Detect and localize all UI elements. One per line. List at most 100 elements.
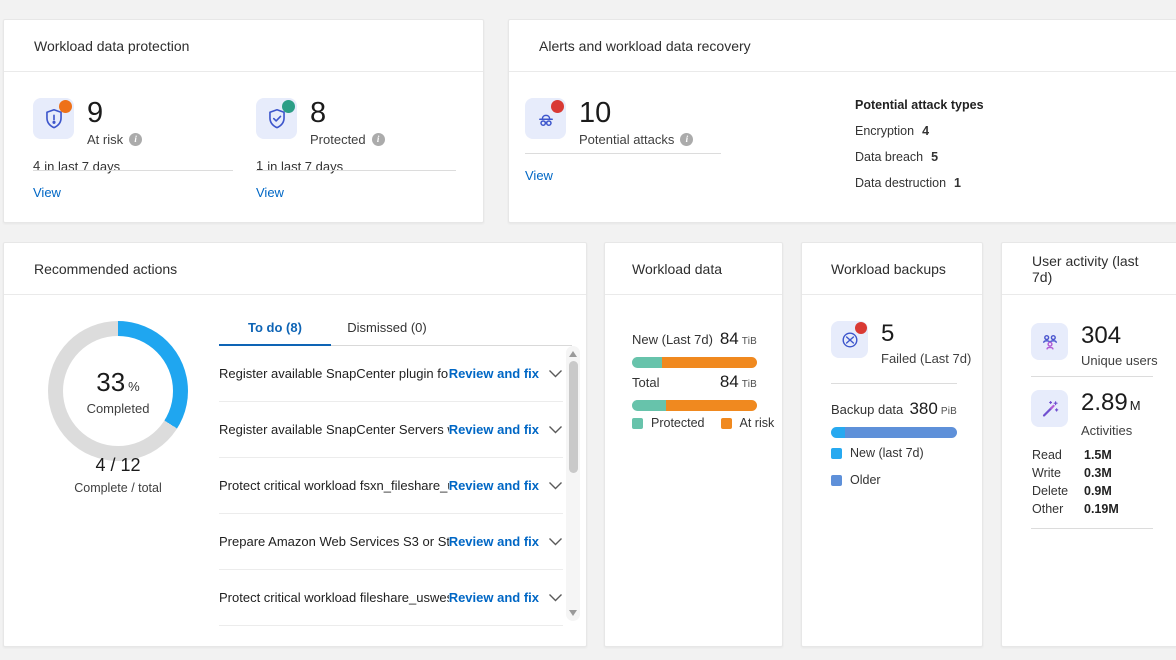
- breakdown-row: Other0.19M: [1032, 500, 1119, 518]
- workload-data-card: Workload data New (Last 7d) 84TiB Total …: [604, 242, 783, 647]
- review-and-fix-link[interactable]: Review and fix: [449, 478, 539, 493]
- completion-ratio: 4 / 12 Complete / total: [38, 455, 198, 495]
- bar-value: 380: [909, 399, 937, 418]
- chevron-down-icon[interactable]: [548, 369, 563, 378]
- bar-label: Total: [632, 375, 659, 390]
- review-and-fix-link[interactable]: Review and fix: [449, 534, 539, 549]
- bar-segment-older: [845, 427, 957, 438]
- alerts-card: Alerts and workload data recovery 10 Pot…: [508, 19, 1176, 223]
- scroll-up-arrow-icon[interactable]: [569, 351, 577, 357]
- at-risk-label: At risk: [87, 132, 123, 147]
- action-row: Register available SnapCenter Servers wi…: [219, 402, 563, 458]
- bar-label: New (Last 7d): [632, 332, 713, 347]
- protected-count: 8: [310, 98, 385, 128]
- divider: [1031, 376, 1153, 377]
- attack-type-row: Data destruction1: [855, 176, 984, 190]
- tab-todo[interactable]: To do (8): [219, 314, 331, 346]
- protected-delta: 1in last 7 days: [256, 159, 343, 174]
- failed-count: 5: [881, 321, 971, 347]
- card-title: User activity (last 7d): [1002, 243, 1176, 295]
- chevron-down-icon[interactable]: [548, 425, 563, 434]
- users-icon: [1031, 323, 1068, 360]
- legend-swatch: [831, 475, 842, 486]
- activities-label: Activities: [1081, 423, 1132, 438]
- failed-label: Failed (Last 7d): [881, 351, 971, 366]
- at-risk-stat: 9 At risk i: [33, 98, 142, 147]
- divider: [831, 383, 957, 384]
- at-risk-view-link[interactable]: View: [33, 185, 61, 200]
- wand-icon: [1031, 390, 1068, 427]
- bar-segment-new: [831, 427, 845, 438]
- actions-list: Register available SnapCenter plugin for…: [219, 346, 563, 626]
- alerts-view-link[interactable]: View: [525, 168, 553, 183]
- bar-segment-at-risk: [662, 357, 757, 368]
- total-data-bar-group: Total 84TiB: [632, 372, 757, 411]
- activities-count: 2.89: [1081, 389, 1128, 416]
- tab-dismissed[interactable]: Dismissed (0): [331, 314, 443, 345]
- action-row: Register available SnapCenter plugin for…: [219, 346, 563, 402]
- protected-dot-badge: [282, 100, 295, 113]
- legend-new: New (last 7d): [831, 446, 924, 460]
- chevron-down-icon[interactable]: [548, 481, 563, 490]
- potential-attacks-stat: 10 Potential attacks i: [525, 98, 693, 147]
- workload-data-legend: Protected At risk: [632, 416, 774, 430]
- chevron-down-icon[interactable]: [548, 537, 563, 546]
- donut-caption: Completed: [87, 401, 150, 416]
- potential-attack-types: Potential attack types Encryption4 Data …: [855, 98, 984, 190]
- review-and-fix-link[interactable]: Review and fix: [449, 366, 539, 381]
- card-title: Workload data protection: [4, 20, 483, 72]
- info-icon[interactable]: i: [129, 133, 142, 146]
- user-activity-card: User activity (last 7d) 304 Unique users: [1001, 242, 1176, 647]
- protected-stat: 8 Protected i: [256, 98, 385, 147]
- bar-segment-protected: [632, 357, 662, 368]
- failed-backups-stat: 5 Failed (Last 7d): [831, 321, 971, 366]
- legend-swatch: [632, 418, 643, 429]
- card-title: Workload backups: [802, 243, 982, 295]
- card-title: Recommended actions: [4, 243, 586, 295]
- scroll-down-arrow-icon[interactable]: [569, 610, 577, 616]
- protected-view-link[interactable]: View: [256, 185, 284, 200]
- bar-segment-protected: [632, 400, 666, 411]
- bar-value: 84: [720, 372, 739, 391]
- bar-value: 84: [720, 329, 739, 348]
- completion-donut-chart: 33% Completed: [48, 321, 188, 461]
- donut-percent: 33: [96, 367, 125, 397]
- shield-check-icon: [256, 98, 297, 139]
- new-data-stacked-bar: [632, 357, 757, 368]
- info-icon[interactable]: i: [680, 133, 693, 146]
- divider: [33, 170, 233, 171]
- action-text: Prepare Amazon Web Services S3 or Storag…: [219, 534, 449, 549]
- protected-label: Protected: [310, 132, 366, 147]
- at-risk-delta: 4in last 7 days: [33, 159, 120, 174]
- review-and-fix-link[interactable]: Review and fix: [449, 422, 539, 437]
- actions-scrollbar[interactable]: [566, 346, 580, 621]
- shield-exclamation-icon: [33, 98, 74, 139]
- action-text: Register available SnapCenter plugin for…: [219, 366, 449, 381]
- legend-swatch: [831, 448, 842, 459]
- action-row: Protect critical workload fsxn_fileshare…: [219, 458, 563, 514]
- potential-attacks-label: Potential attacks: [579, 132, 674, 147]
- attack-type-row: Encryption4: [855, 124, 984, 138]
- scrollbar-thumb[interactable]: [569, 361, 578, 473]
- new-data-bar-group: New (Last 7d) 84TiB: [632, 329, 757, 368]
- chevron-down-icon[interactable]: [548, 593, 563, 602]
- dashboard: { "theme": { "link_blue": "#0067C5", "ta…: [0, 0, 1176, 660]
- attack-types-title: Potential attack types: [855, 98, 984, 112]
- alert-dot-badge: [59, 100, 72, 113]
- review-and-fix-link[interactable]: Review and fix: [449, 590, 539, 605]
- bar-segment-at-risk: [666, 400, 757, 411]
- at-risk-count: 9: [87, 98, 142, 128]
- unique-users-label: Unique users: [1081, 353, 1158, 368]
- card-title: Workload data: [605, 243, 782, 295]
- legend-swatch: [721, 418, 732, 429]
- attack-type-row: Data breach5: [855, 150, 984, 164]
- backup-data-bar-group: Backup data 380PiB: [831, 399, 957, 438]
- backup-data-stacked-bar: [831, 427, 957, 438]
- spy-icon: [525, 98, 566, 139]
- divider: [525, 153, 721, 154]
- activities-stat: 2.89M Activities: [1031, 390, 1141, 438]
- info-icon[interactable]: i: [372, 133, 385, 146]
- workload-data-protection-card: Workload data protection 9 At risk i 4in…: [3, 19, 484, 223]
- backup-failed-icon: [831, 321, 868, 358]
- workload-backups-card: Workload backups 5 Failed (Last 7d) Back…: [801, 242, 983, 647]
